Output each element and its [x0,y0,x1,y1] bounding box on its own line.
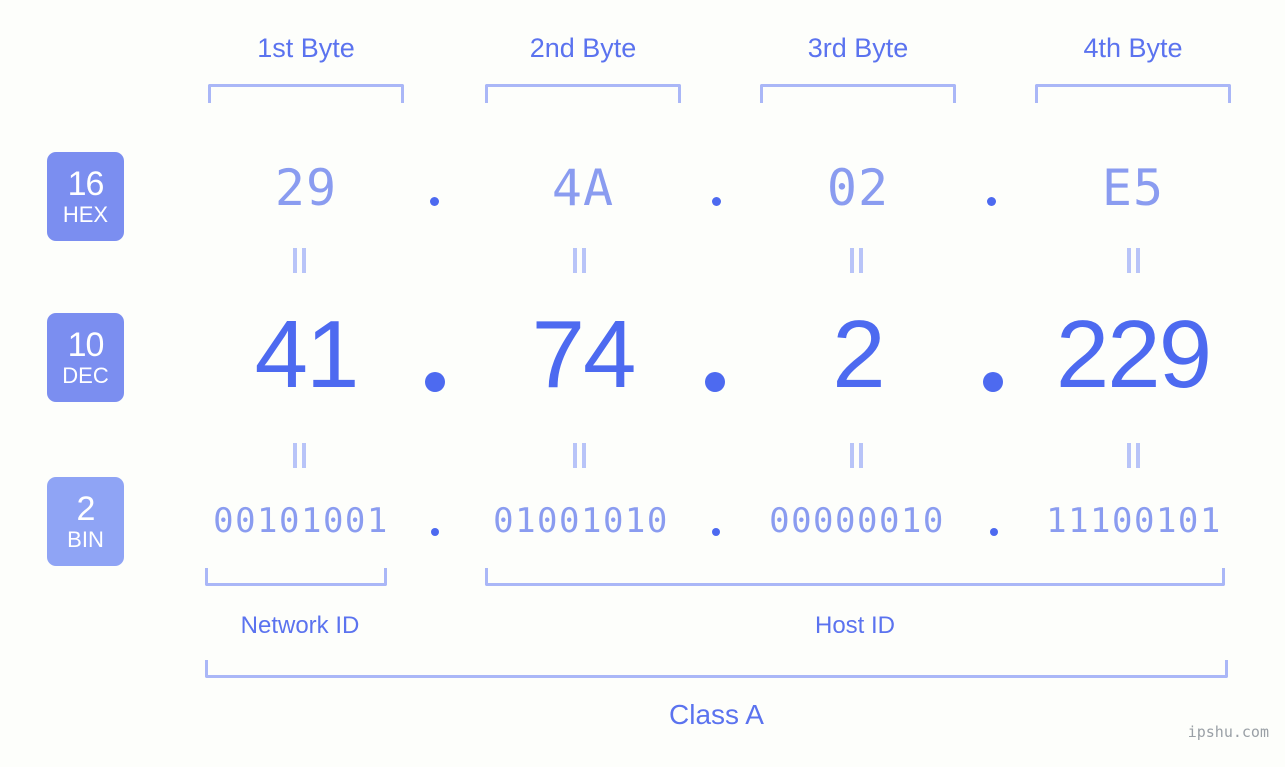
radix-badge-dec-abbr: DEC [62,363,109,388]
network-id-bracket [205,568,387,586]
dec-byte-3: 2 [832,301,885,408]
hex-separator-dot-3 [987,197,996,206]
ip-byte-breakdown-diagram: 1st Byte 2nd Byte 3rd Byte 4th Byte 16 H… [0,0,1285,767]
bin-separator-dot-3 [990,528,998,536]
host-id-label: Host ID [814,612,895,639]
byte-header-3: 3rd Byte [807,33,909,63]
equals-mark-hex-dec-2 [573,248,588,273]
bin-separator-dot-1 [431,528,439,536]
equals-mark-hex-dec-4 [1127,248,1142,273]
byte-header-4: 4th Byte [1083,33,1183,63]
class-label: Class A [669,699,764,730]
radix-badge-hex: 16 HEX [47,152,124,241]
byte-header-1: 1st Byte [257,33,355,63]
equals-mark-dec-bin-4 [1127,443,1142,468]
hex-byte-1: 29 [274,159,338,217]
dec-separator-dot-3 [983,372,1003,392]
radix-badge-bin-abbr: BIN [67,527,104,552]
bin-separator-dot-2 [712,528,720,536]
hex-byte-3: 02 [826,159,890,217]
network-id-label: Network ID [240,612,360,639]
byte-header-2: 2nd Byte [529,33,637,63]
equals-mark-hex-dec-3 [850,248,865,273]
equals-mark-hex-dec-1 [293,248,308,273]
byte-bracket-1 [208,84,404,103]
dec-separator-dot-2 [705,372,725,392]
equals-mark-dec-bin-1 [293,443,308,468]
dec-byte-4: 229 [1055,301,1212,408]
radix-badge-hex-number: 16 [67,165,105,203]
equals-mark-dec-bin-2 [573,443,588,468]
bin-byte-4: 11100101 [1046,501,1222,541]
bin-byte-1: 00101001 [213,501,389,541]
radix-badge-dec: 10 DEC [47,313,124,402]
site-watermark: ipshu.com [1187,723,1269,741]
dec-separator-dot-1 [425,372,445,392]
bin-byte-2: 01001010 [493,501,669,541]
byte-bracket-3 [760,84,956,103]
dec-byte-2: 74 [531,301,637,408]
dec-byte-1: 41 [254,301,360,408]
bin-byte-3: 00000010 [769,501,945,541]
byte-bracket-4 [1035,84,1231,103]
radix-badge-bin: 2 BIN [47,477,124,566]
byte-bracket-2 [485,84,681,103]
host-id-bracket [485,568,1225,586]
radix-badge-dec-number: 10 [67,326,105,364]
radix-badge-hex-abbr: HEX [62,202,109,227]
equals-mark-dec-bin-3 [850,443,865,468]
hex-separator-dot-2 [712,197,721,206]
radix-badge-bin-number: 2 [76,490,96,528]
hex-separator-dot-1 [430,197,439,206]
hex-byte-4: E5 [1101,159,1165,217]
hex-byte-2: 4A [551,159,615,217]
class-bracket [205,660,1228,678]
